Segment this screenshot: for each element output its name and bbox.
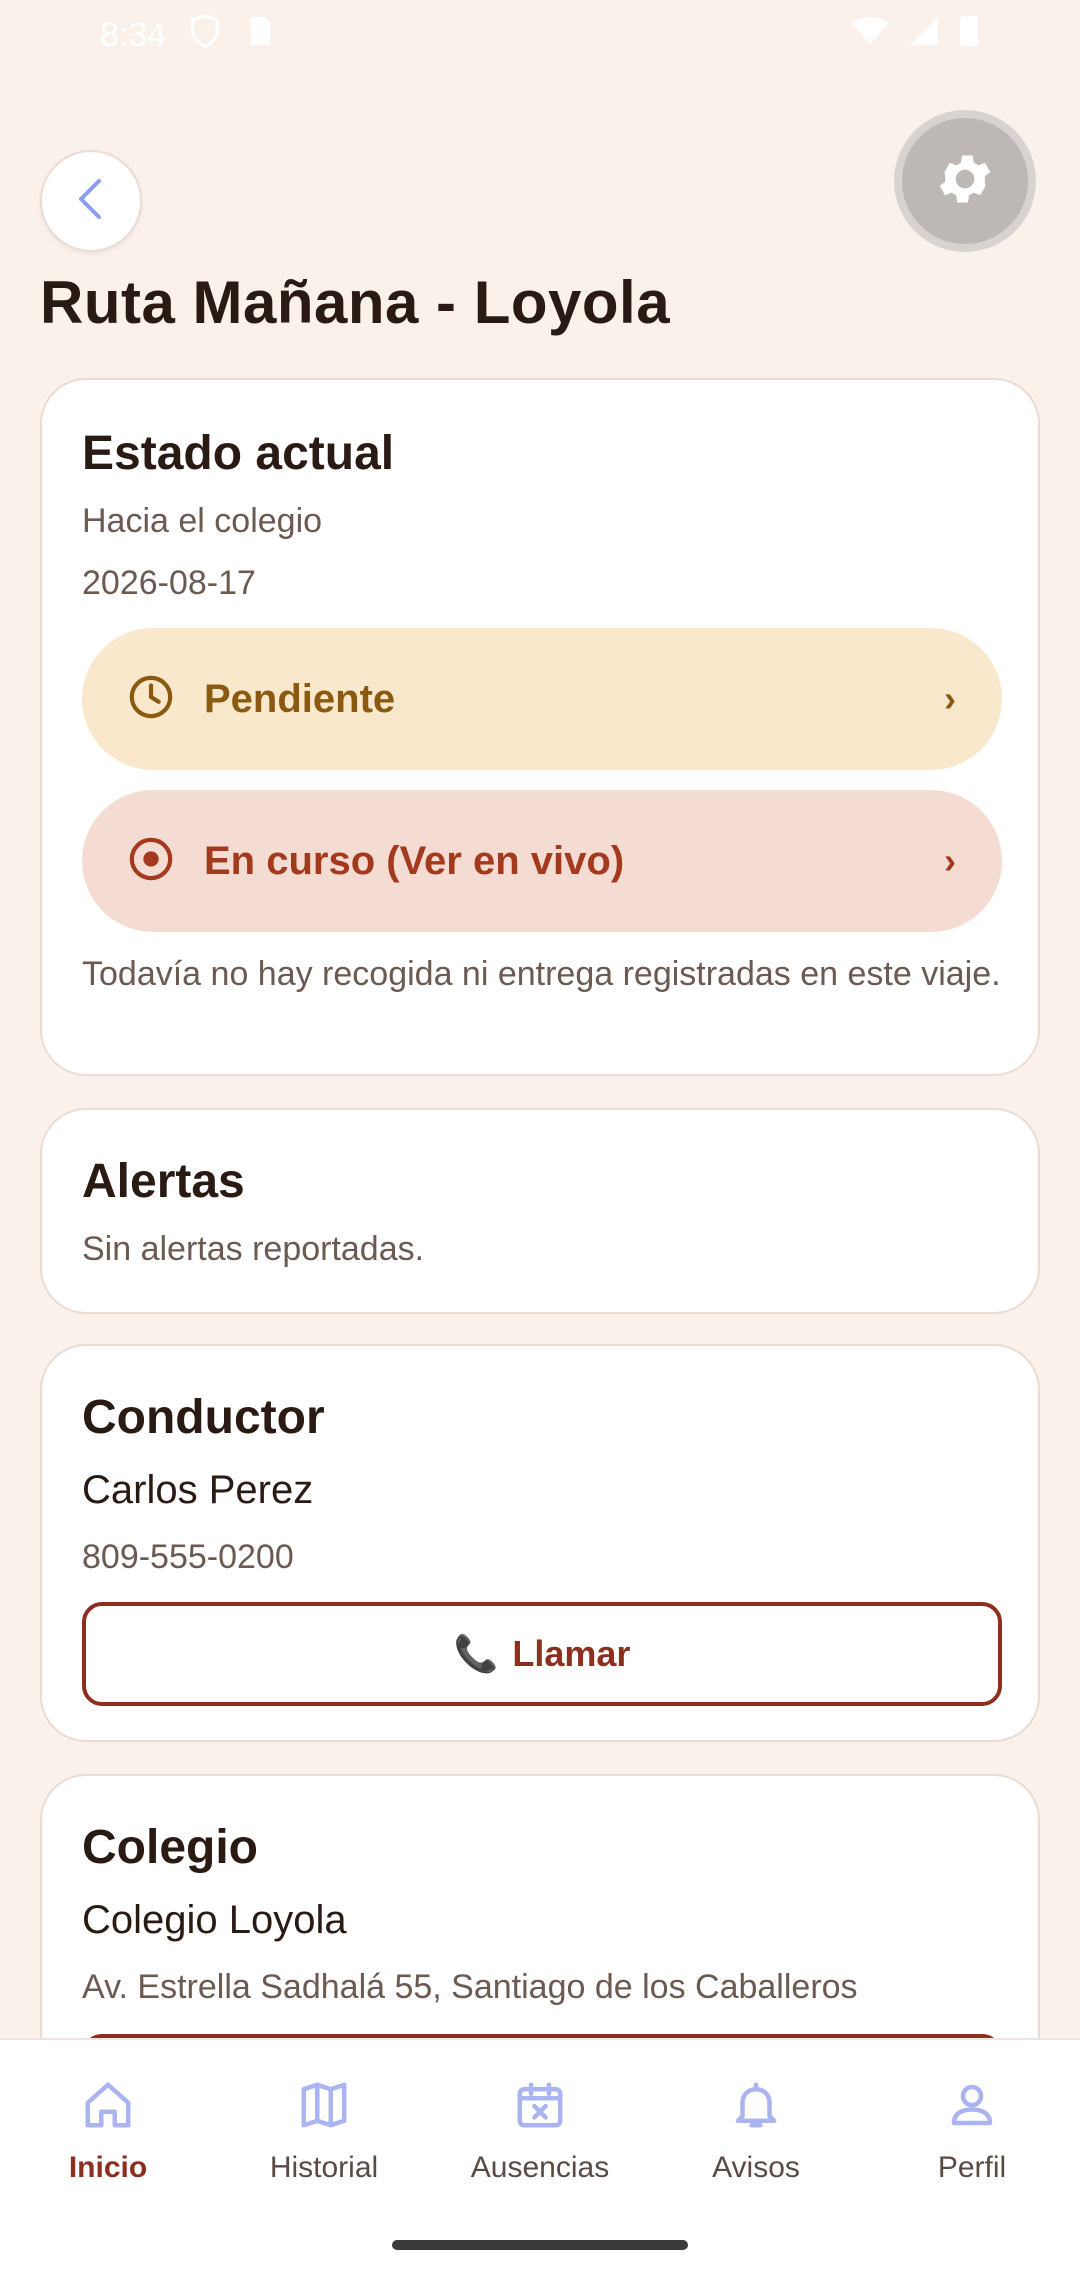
clock-icon [128, 674, 174, 725]
nav-item-historial[interactable]: Historial [216, 2078, 432, 2185]
page-title: Ruta Mañana - Loyola [40, 269, 671, 336]
chevron-right-icon: › [944, 678, 956, 719]
colegio-card: Colegio Colegio Loyola Av. Estrella Sadh… [40, 1774, 1040, 2038]
shield-icon [188, 13, 222, 58]
settings-button[interactable] [894, 110, 1036, 252]
chevron-left-icon [73, 177, 109, 226]
nav-item-avisos[interactable]: Avisos [648, 2078, 864, 2185]
in-progress-status-button[interactable]: En curso (Ver en vivo) › [82, 790, 1002, 932]
estado-note: Todavía no hay recogida ni entrega regis… [82, 955, 1001, 993]
home-indicator[interactable] [392, 2240, 688, 2250]
nav-label-inicio: Inicio [68, 2151, 148, 2184]
driver-name: Carlos Perez [82, 1468, 314, 1512]
in-progress-label: En curso (Ver en vivo) [204, 838, 625, 883]
alertas-title: Alertas [82, 1155, 245, 1208]
nav-label-perfil: Perfil [937, 2151, 1007, 2184]
calendar-x-icon [513, 2078, 567, 2137]
nav-label-avisos: Avisos [712, 2151, 800, 2184]
call-button[interactable]: 📞 Llamar [82, 1602, 1002, 1706]
conductor-title: Conductor [82, 1391, 325, 1444]
battery-icon [958, 14, 980, 57]
phone-icon: 📞 [453, 1633, 499, 1674]
estado-direction: Hacia el colegio [82, 502, 323, 540]
school-address: Av. Estrella Sadhalá 55, Santiago de los… [82, 1968, 858, 2006]
estado-date: 2026-08-17 [82, 564, 256, 602]
school-name: Colegio Loyola [82, 1898, 347, 1942]
status-time: 8:34 [100, 15, 167, 54]
pending-status-button[interactable]: Pendiente › [82, 628, 1002, 770]
conductor-card: Conductor Carlos Perez 809-555-0200 📞 Ll… [40, 1344, 1040, 1742]
alertas-card: Alertas Sin alertas reportadas. [40, 1108, 1040, 1314]
chevron-right-icon: › [944, 840, 956, 881]
person-icon [945, 2078, 999, 2137]
nav-item-ausencias[interactable]: Ausencias [432, 2078, 648, 2185]
call-label: Llamar [512, 1633, 631, 1674]
nav-label-historial: Historial [269, 2151, 379, 2184]
alertas-text: Sin alertas reportadas. [82, 1230, 425, 1268]
bell-icon [729, 2078, 783, 2137]
status-bar: 8:34 [0, 0, 1080, 70]
home-icon [81, 2078, 135, 2137]
back-button[interactable] [40, 150, 142, 252]
sim-card-icon [244, 14, 274, 57]
record-icon [128, 836, 174, 887]
estado-card: Estado actual Hacia el colegio 2026-08-1… [40, 378, 1040, 1076]
driver-phone: 809-555-0200 [82, 1538, 294, 1576]
nav-item-inicio[interactable]: Inicio [0, 2078, 216, 2185]
content-scroll[interactable]: Estado actual Hacia el colegio 2026-08-1… [0, 378, 1080, 2038]
nav-label-ausencias: Ausencias [470, 2151, 610, 2184]
gear-icon [933, 147, 997, 216]
estado-title: Estado actual [82, 427, 395, 480]
nav-item-perfil[interactable]: Perfil [864, 2078, 1080, 2185]
map-icon [297, 2078, 351, 2137]
colegio-title: Colegio [82, 1821, 258, 1874]
cell-signal-icon [908, 15, 940, 56]
wifi-icon [850, 15, 890, 56]
pending-label: Pendiente [204, 676, 396, 721]
